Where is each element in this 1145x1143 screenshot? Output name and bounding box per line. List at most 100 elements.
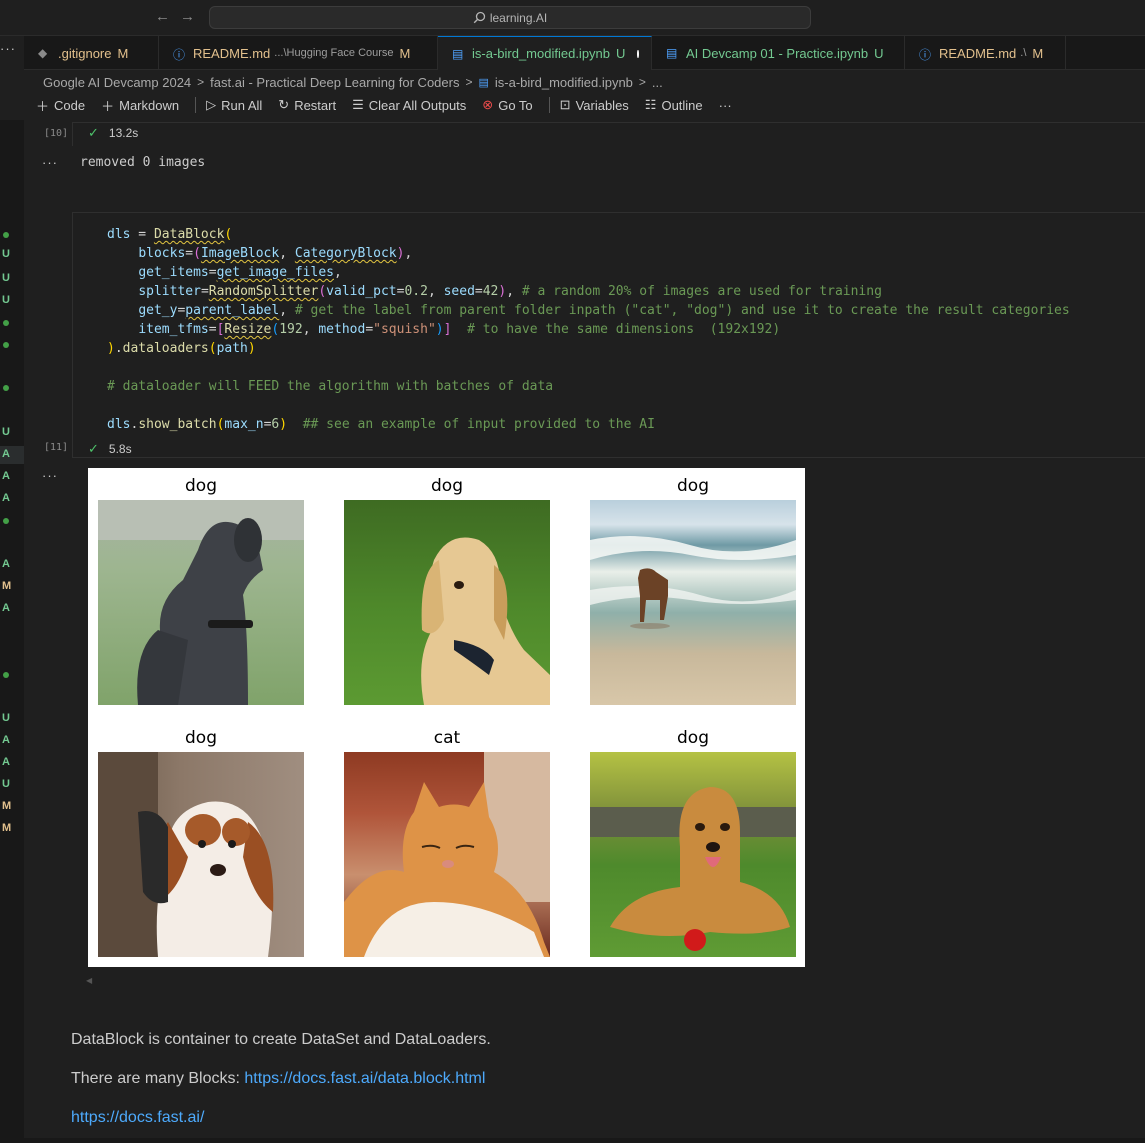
- execution-time: 5.8s: [108, 442, 132, 456]
- notebook-icon: ▤: [666, 46, 678, 60]
- code-token: ,: [404, 246, 413, 261]
- output-actions-icon[interactable]: ···: [42, 468, 58, 483]
- code-token: =: [185, 246, 194, 261]
- code-token: ImageBlock: [200, 246, 280, 261]
- beach-dog-image: [590, 500, 796, 705]
- more-toolbar-button[interactable]: ···: [719, 98, 732, 113]
- code-token: (: [318, 284, 327, 299]
- variables-icon: ⊡: [559, 97, 571, 112]
- plus-icon: ＋: [36, 98, 50, 114]
- cell-status-bar: [72, 122, 1145, 146]
- more-actions-icon[interactable]: ···: [0, 41, 16, 56]
- tab-status: M: [117, 45, 129, 61]
- spaniel-puppy-image: [98, 752, 304, 957]
- code-token: ): [435, 322, 444, 337]
- chevron-right-icon: >: [638, 75, 646, 89]
- notebook-icon: ▤: [478, 76, 489, 89]
- forward-arrow-icon[interactable]: →: [180, 8, 195, 25]
- data-block-docs-link[interactable]: https://docs.fast.ai/data.block.html: [244, 1070, 485, 1087]
- status-dot-icon: [3, 320, 9, 326]
- back-arrow-icon[interactable]: ←: [155, 8, 170, 25]
- code-token: ,: [427, 284, 444, 299]
- command-center-search[interactable]: learning.AI: [209, 6, 811, 29]
- gutter-mark: U: [2, 426, 10, 438]
- code-token: ,: [279, 303, 295, 318]
- code-token: 42: [482, 284, 499, 299]
- code-comment: # dataloader will FEED the algorithm wit…: [107, 379, 554, 394]
- code-token: path: [216, 341, 248, 356]
- code-token: "squish": [373, 322, 436, 337]
- image-label: dog: [185, 728, 217, 748]
- gutter-mark: U: [2, 778, 10, 790]
- code-token: RandomSplitter: [208, 284, 319, 299]
- code-token: (: [208, 341, 217, 356]
- toolbar-divider: [195, 97, 197, 113]
- code-comment: # a random 20% of images are used for tr…: [521, 284, 882, 299]
- execution-status: ✓ 13.2s: [88, 125, 138, 141]
- gutter-mark: U: [2, 248, 10, 260]
- breadcrumb-item[interactable]: is-a-bird_modified.ipynb: [495, 75, 633, 90]
- clear-outputs-label: Clear All Outputs: [368, 97, 467, 113]
- code-token: CategoryBlock: [294, 246, 397, 261]
- code-token: =: [200, 284, 209, 299]
- gutter-mark: A: [2, 602, 10, 614]
- code-comment: # get the label from parent folder inpat…: [294, 303, 1070, 318]
- code-token: =: [365, 322, 374, 337]
- breadcrumb-item[interactable]: Google AI Devcamp 2024: [43, 75, 191, 90]
- output-actions-icon[interactable]: ···: [42, 155, 58, 170]
- breadcrumb-item[interactable]: ...: [652, 75, 663, 90]
- code-token: item_tfms: [138, 322, 209, 337]
- outline-button[interactable]: ☷ Outline: [645, 97, 703, 113]
- tab-is-a-bird[interactable]: ▤ is-a-bird_modified.ipynb U: [438, 36, 652, 70]
- code-token: dls: [107, 227, 131, 242]
- code-token: parent_label: [185, 303, 280, 318]
- tab-label: README.md: [939, 45, 1017, 61]
- code-token: ): [107, 341, 115, 356]
- search-icon: [473, 11, 485, 24]
- git-icon: ◆: [38, 46, 48, 60]
- check-icon: ✓: [88, 441, 99, 456]
- go-to-label: Go To: [498, 97, 533, 113]
- tab-status: M: [1032, 45, 1044, 61]
- code-token: ,: [302, 322, 319, 337]
- breadcrumb-item[interactable]: fast.ai - Practical Deep Learning for Co…: [210, 75, 459, 90]
- notebook-toolbar: ＋ Code ＋ Markdown ▷ Run All ↻ Restart ☰ …: [36, 95, 748, 115]
- tab-readme-hf[interactable]: ⓘ README.md ...\Hugging Face Course M: [159, 36, 438, 70]
- tab-gitignore[interactable]: ◆ .gitignore M: [24, 36, 159, 70]
- go-to-button[interactable]: ⊗ Go To: [482, 97, 532, 113]
- markdown-paragraph: DataBlock is container to create DataSet…: [71, 1031, 491, 1048]
- code-token: show_batch: [138, 417, 217, 432]
- run-all-button[interactable]: ▷ Run All: [206, 97, 262, 113]
- code-token: =: [208, 322, 217, 337]
- add-code-button[interactable]: ＋ Code: [36, 96, 85, 115]
- gutter-mark: A: [2, 558, 10, 570]
- clear-outputs-button[interactable]: ☰ Clear All Outputs: [352, 97, 466, 113]
- code-token: =: [474, 284, 483, 299]
- scroll-left-icon[interactable]: ◀: [86, 976, 92, 985]
- variables-button[interactable]: ⊡ Variables: [560, 97, 629, 113]
- code-token: method: [318, 322, 366, 337]
- gutter-mark: U: [2, 712, 10, 724]
- code-token: splitter: [138, 284, 201, 299]
- code-comment: ## see an example of input provided to t…: [287, 417, 655, 432]
- code-token: DataBlock: [153, 227, 225, 242]
- breadcrumb: Google AI Devcamp 2024 > fast.ai - Pract…: [43, 73, 663, 91]
- tab-devcamp-practice[interactable]: ▤ AI Devcamp 01 - Practice.ipynb U: [652, 36, 905, 70]
- clear-all-icon: ☰: [352, 97, 364, 112]
- markdown-paragraph: https://docs.fast.ai/: [71, 1109, 204, 1127]
- outline-label: Outline: [661, 97, 703, 113]
- tab-readme-local[interactable]: ⓘ README.md .\ M: [905, 36, 1066, 70]
- code-token: ,: [279, 246, 295, 261]
- run-all-label: Run All: [221, 97, 263, 113]
- ellipsis-icon: ···: [718, 97, 732, 113]
- status-dot-icon: [3, 232, 9, 238]
- code-token: =: [208, 265, 217, 280]
- code-editor[interactable]: dls = DataBlock( blocks=(ImageBlock, Cat…: [107, 225, 1070, 434]
- plus-icon: ＋: [101, 98, 115, 114]
- tab-status: U: [874, 45, 884, 61]
- fastai-docs-link[interactable]: https://docs.fast.ai/: [71, 1109, 204, 1126]
- code-cell[interactable]: dls = DataBlock( blocks=(ImageBlock, Cat…: [72, 212, 1145, 458]
- unsaved-dot-icon[interactable]: [637, 49, 639, 58]
- add-markdown-button[interactable]: ＋ Markdown: [101, 96, 179, 115]
- restart-button[interactable]: ↻ Restart: [278, 97, 336, 113]
